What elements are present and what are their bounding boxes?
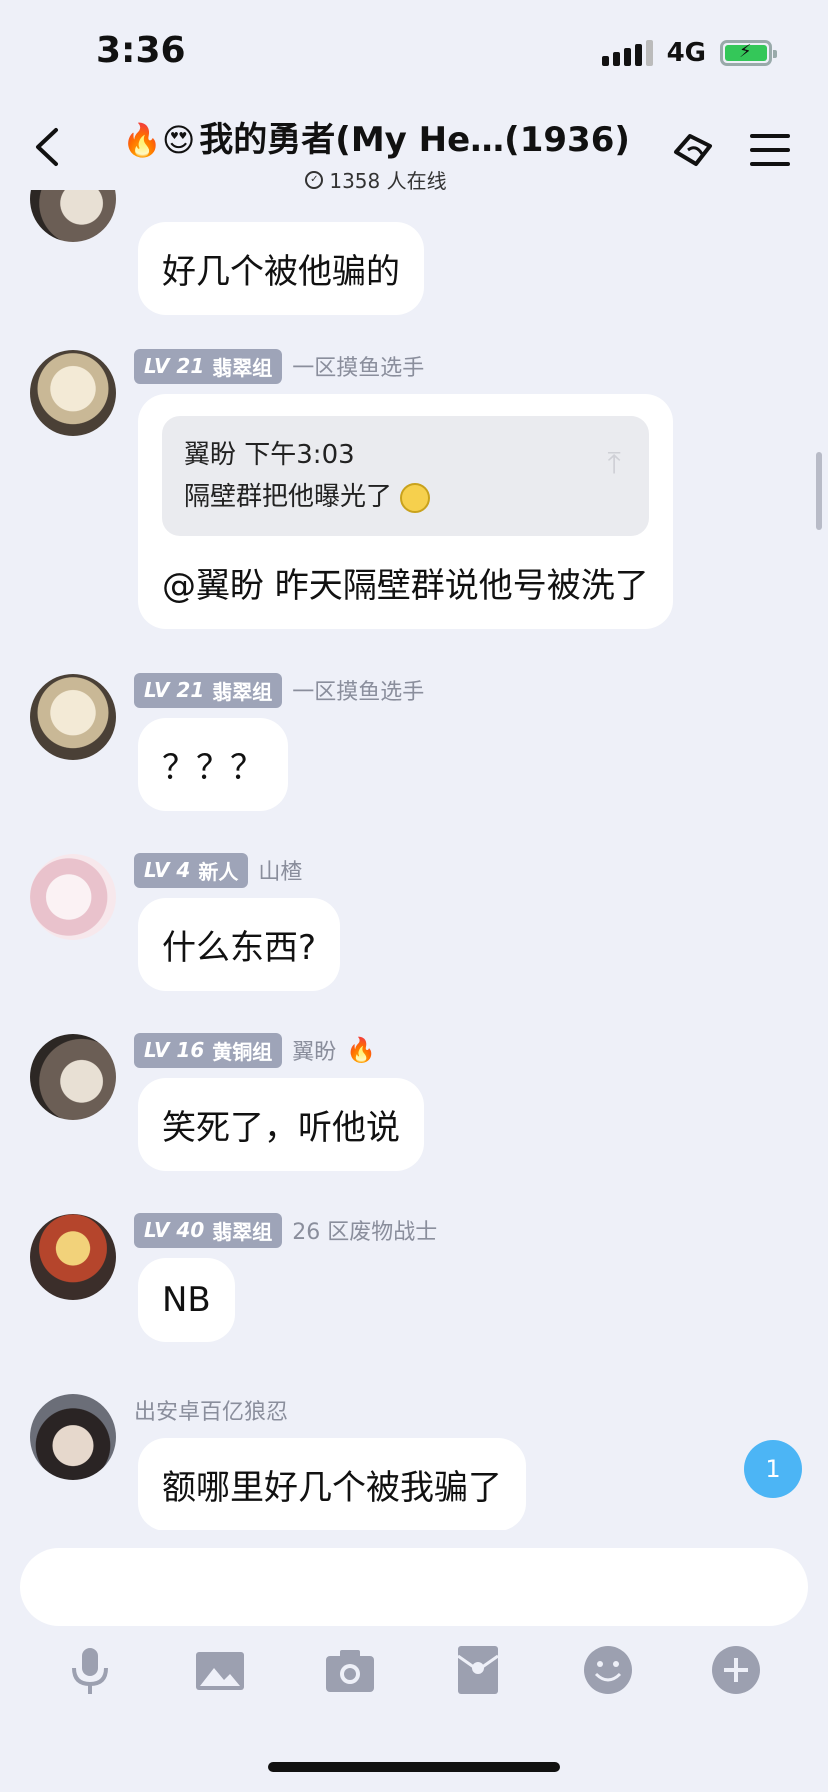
message-bubble[interactable]: 额哪里好几个被我骗了 — [138, 1438, 526, 1530]
emoji-icon — [584, 1646, 632, 1694]
camera-icon — [326, 1650, 374, 1692]
message-input[interactable] — [20, 1548, 808, 1626]
level-badge: LV 21 翡翠组 — [134, 348, 283, 384]
user-avatar[interactable] — [30, 1214, 116, 1300]
message-bubble[interactable]: ？？？ — [138, 718, 288, 811]
message-meta: LV 40 翡翠组 26 区废物战士 — [134, 1212, 437, 1248]
camera-button[interactable] — [320, 1640, 380, 1700]
message-bubble[interactable]: NB — [138, 1258, 235, 1342]
chat-header: 🔥😍 我的勇者(My He…(1936) ✓ 1358 人在线 — [0, 100, 828, 193]
plus-icon — [712, 1646, 760, 1694]
back-button[interactable] — [28, 122, 68, 172]
message-meta: LV 4 新人 山楂 — [134, 852, 302, 888]
input-toolbar — [0, 1640, 828, 1710]
level-badge: LV 40 翡翠组 — [134, 1212, 283, 1248]
share-icon — [674, 134, 712, 166]
message-text: @翼盼 昨天隔壁群说他号被洗了 — [162, 566, 649, 606]
message-bubble[interactable]: 笑死了，听他说 — [138, 1078, 424, 1171]
username[interactable]: 山楂 — [258, 854, 302, 886]
level-badge: LV 21 翡翠组 — [134, 672, 283, 708]
message-bubble[interactable]: 翼盼 下午3:03 隔壁群把他曝光了 ⤒ @翼盼 昨天隔壁群说他号被洗了 — [138, 394, 673, 629]
image-icon — [196, 1652, 244, 1690]
menu-icon — [750, 134, 790, 166]
user-avatar[interactable] — [30, 350, 116, 436]
username[interactable]: 一区摸鱼选手 — [292, 350, 424, 382]
chat-title: 🔥😍 我的勇者(My He…(1936) — [122, 120, 630, 160]
status-time: 3:36 — [96, 30, 186, 71]
voice-button[interactable] — [60, 1640, 120, 1700]
chat-message-list[interactable]: 好几个被他骗的 LV 21 翡翠组 一区摸鱼选手 翼盼 下午3:03 隔壁群把他曝… — [0, 190, 828, 1530]
user-avatar[interactable] — [30, 854, 116, 940]
image-button[interactable] — [190, 1640, 250, 1700]
message-bubble[interactable]: 什么东西? — [138, 898, 341, 991]
level-badge: LV 4 新人 — [134, 852, 249, 888]
microphone-icon — [72, 1648, 108, 1694]
red-packet-icon — [457, 1646, 499, 1694]
quote-author-time: 翼盼 下午3:03 — [184, 440, 355, 470]
fire-icon: 🔥 — [346, 1036, 377, 1064]
network-type: 4G — [666, 38, 706, 68]
share-button[interactable] — [666, 124, 720, 174]
title-emojis: 🔥😍 — [122, 121, 196, 159]
message-meta: 出安卓百亿狼忍 — [134, 1394, 288, 1426]
message-meta: LV 21 翡翠组 一区摸鱼选手 — [134, 348, 424, 384]
user-avatar[interactable] — [30, 1394, 116, 1480]
level-badge: LV 16 黄铜组 — [134, 1032, 283, 1068]
status-bar: 3:36 4G ⚡ — [0, 0, 828, 100]
emoji-button[interactable] — [578, 1640, 638, 1700]
home-indicator[interactable] — [268, 1762, 560, 1772]
jump-to-quote-icon[interactable]: ⤒ — [608, 446, 621, 481]
user-avatar[interactable] — [30, 674, 116, 760]
message-bubble[interactable]: 好几个被他骗的 — [138, 222, 424, 315]
more-button[interactable] — [706, 1640, 766, 1700]
smirk-emoji-icon — [400, 482, 431, 513]
username[interactable]: 翼盼 — [292, 1034, 336, 1066]
user-avatar[interactable] — [30, 1034, 116, 1120]
message-meta: LV 21 翡翠组 一区摸鱼选手 — [134, 672, 424, 708]
online-icon: ✓ — [305, 170, 324, 189]
username[interactable]: 26 区废物战士 — [292, 1214, 437, 1246]
chevron-left-icon — [36, 128, 58, 166]
scrollbar[interactable] — [816, 452, 822, 530]
quote-text-line: 隔壁群把他曝光了 — [184, 476, 627, 518]
menu-button[interactable] — [744, 124, 798, 174]
battery-icon: ⚡ — [720, 40, 777, 66]
username[interactable]: 出安卓百亿狼忍 — [134, 1394, 288, 1426]
status-indicators: 4G ⚡ — [601, 38, 777, 68]
red-packet-button[interactable] — [448, 1640, 508, 1700]
username[interactable]: 一区摸鱼选手 — [292, 674, 424, 706]
user-avatar[interactable] — [30, 190, 116, 242]
quoted-message[interactable]: 翼盼 下午3:03 隔壁群把他曝光了 ⤒ — [162, 416, 649, 536]
message-meta: LV 16 黄铜组 翼盼 🔥 — [134, 1032, 377, 1068]
unread-badge[interactable]: 1 — [744, 1440, 802, 1498]
signal-icon — [601, 40, 653, 66]
chat-title-area[interactable]: 🔥😍 我的勇者(My He…(1936) ✓ 1358 人在线 — [116, 112, 636, 194]
